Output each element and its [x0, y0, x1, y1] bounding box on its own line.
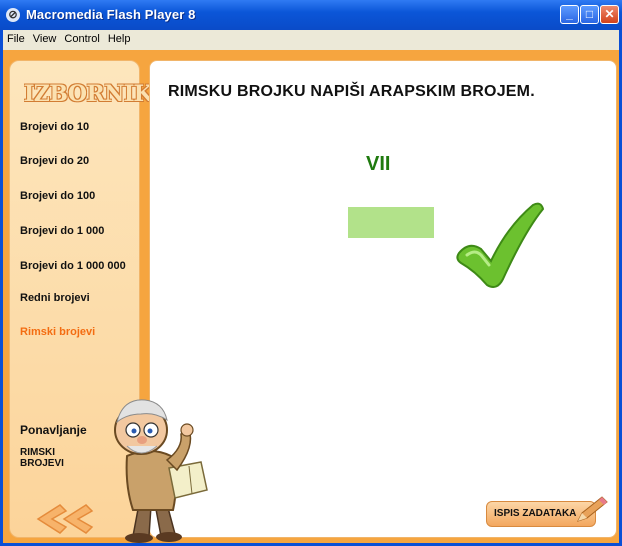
sidebar-item-brojevi-do-1000000[interactable]: Brojevi do 1 000 000 [20, 260, 126, 272]
sidebar-item-brojevi-do-100[interactable]: Brojevi do 100 [20, 190, 95, 202]
checkmark-icon [456, 202, 545, 288]
minimize-button[interactable]: _ [560, 5, 579, 24]
menu-file[interactable]: File [3, 30, 29, 45]
flash-player-icon: ⊘ [6, 8, 20, 22]
repeat-label[interactable]: Ponavljanje [20, 423, 87, 437]
task-prompt: RIMSKU BROJKU NAPIŠI ARAPSKIM BROJEM. [168, 83, 535, 100]
sidebar-item-brojevi-do-20[interactable]: Brojevi do 20 [20, 155, 89, 167]
flash-content: IZBORNIK Brojevi do 10 Brojevi do 20 Bro… [3, 50, 619, 543]
title-bar[interactable]: ⊘ Macromedia Flash Player 8 _ □ ✕ [0, 0, 622, 30]
sidebar-item-brojevi-do-10[interactable]: Brojevi do 10 [20, 121, 89, 133]
professor-character-icon [114, 399, 208, 543]
sidebar-item-rimski-brojevi[interactable]: Rimski brojevi [20, 326, 95, 338]
pencil-icon [577, 496, 608, 522]
window-title: Macromedia Flash Player 8 [26, 7, 196, 22]
double-chevron-left-icon[interactable] [30, 501, 100, 537]
task-panel: RIMSKU BROJKU NAPIŠI ARAPSKIM BROJEM. VI… [149, 60, 617, 538]
menu-control[interactable]: Control [60, 30, 103, 45]
sidebar-item-brojevi-do-1000[interactable]: Brojevi do 1 000 [20, 225, 104, 237]
sidebar-item-redni-brojevi[interactable]: Redni brojevi [20, 292, 90, 304]
sidebar-heading: IZBORNIK [24, 81, 153, 107]
flash-player-window: ⊘ Macromedia Flash Player 8 _ □ ✕ File Vi… [0, 0, 622, 546]
answer-input[interactable] [348, 207, 434, 238]
maximize-button[interactable]: □ [580, 5, 599, 24]
roman-numeral: VII [366, 153, 391, 175]
repeat-topic[interactable]: RIMSKI BROJEVI [20, 447, 80, 469]
menu-view[interactable]: View [29, 30, 61, 45]
menu-help[interactable]: Help [104, 30, 135, 45]
menu-bar: File View Control Help [3, 30, 619, 50]
close-button[interactable]: ✕ [600, 5, 619, 24]
